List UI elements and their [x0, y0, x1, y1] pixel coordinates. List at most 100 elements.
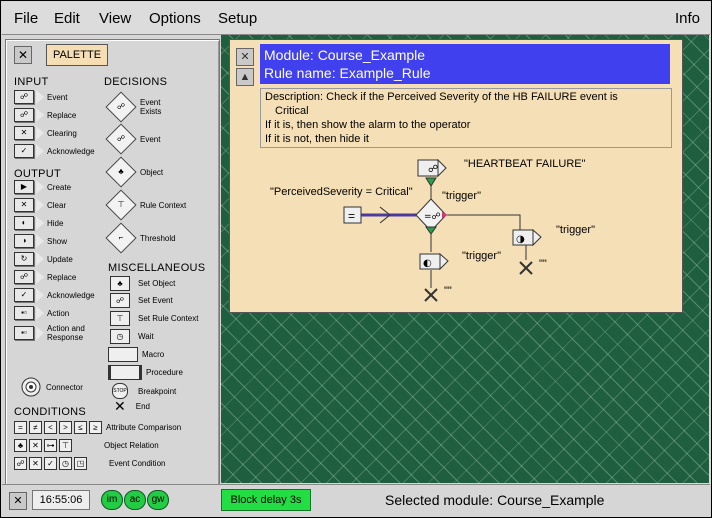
create-icon: ▶: [14, 180, 34, 194]
palette-item-label: Event: [140, 134, 161, 144]
menu-file[interactable]: File: [14, 10, 38, 27]
arrow-icon: [36, 252, 44, 266]
palette-title: PALETTE: [46, 44, 108, 66]
close-icon[interactable]: ✕: [14, 46, 32, 64]
not-equal-icon: ≠: [29, 421, 42, 434]
trigger-label: "trigger": [442, 190, 481, 202]
palette-output-update[interactable]: ↻ Update: [14, 252, 73, 266]
section-misc: MISCELLANEOUS: [108, 262, 206, 274]
end-label: "": [444, 285, 452, 297]
palette-output-action[interactable]: ▪▫ Action: [14, 306, 69, 320]
palette-output-hide[interactable]: ◐ Hide: [14, 216, 63, 230]
status-led-gw[interactable]: gw: [147, 490, 169, 510]
connector-icon: [21, 377, 41, 397]
palette-output-replace[interactable]: ☍ Replace: [14, 270, 76, 284]
svg-text:◑: ◑: [516, 234, 525, 245]
end-icon[interactable]: [519, 261, 533, 275]
palette-item-label: Wait: [138, 332, 154, 341]
event-label: "HEARTBEAT FAILURE": [464, 158, 586, 170]
palette-input-replace[interactable]: ☍ Replace: [14, 108, 76, 122]
palette-item-label: Hide: [47, 218, 64, 228]
palette-item-label: Connector: [46, 382, 83, 392]
decision-node[interactable]: =☍: [415, 198, 448, 235]
palette-item-label: Object: [140, 167, 164, 177]
svg-text:◐: ◐: [423, 258, 432, 269]
status-led-ac[interactable]: ac: [124, 490, 146, 510]
palette-input-event[interactable]: ☍ Event: [14, 90, 67, 104]
palette-misc-breakpoint[interactable]: STOP Breakpoint: [112, 383, 176, 399]
show-icon: ◑: [14, 234, 34, 248]
stop-icon: STOP: [112, 383, 128, 399]
menu-options[interactable]: Options: [149, 10, 201, 27]
set-object-icon: ♣: [110, 276, 130, 291]
palette-item-label: Threshold: [140, 233, 176, 243]
decision-diamond-icon: ⌐: [105, 222, 137, 254]
procedure-icon: [108, 365, 142, 380]
hide-icon: ◐: [14, 216, 34, 230]
palette-misc-set-object[interactable]: ♣ Set Object: [110, 276, 175, 291]
clear-condition-icon: ✕: [29, 457, 42, 470]
end-icon[interactable]: [424, 288, 438, 302]
palette-decision-threshold[interactable]: ⌐ Threshold: [104, 222, 176, 254]
arrow-icon: [36, 126, 44, 140]
palette-item-label: Procedure: [146, 368, 183, 377]
arrow-icon: [36, 198, 44, 212]
palette-output-action-response[interactable]: ▪▫ Action and Response: [14, 324, 94, 342]
condition-label: "PerceivedSeverity = Critical": [270, 186, 413, 198]
menu-setup[interactable]: Setup: [218, 10, 257, 27]
status-led-im[interactable]: im: [101, 490, 123, 510]
time-icon: ◳: [74, 457, 87, 470]
menu-edit[interactable]: Edit: [54, 10, 80, 27]
clock-icon: ◷: [59, 457, 72, 470]
palette-condition-object-relation[interactable]: ♣ ✕ ⊶ ⊤ Object Relation: [14, 439, 159, 452]
decision-diamond-icon: ☍: [105, 123, 137, 155]
svg-text:=☍: =☍: [424, 212, 441, 222]
palette-item-label: Set Event: [138, 296, 173, 305]
menu-info[interactable]: Info: [675, 10, 700, 27]
palette-connector[interactable]: Connector: [20, 376, 83, 398]
palette-output-show[interactable]: ◑ Show: [14, 234, 67, 248]
less-equal-icon: ≤: [74, 421, 87, 434]
palette-output-acknowledge[interactable]: ✓ Acknowledge: [14, 288, 95, 302]
palette-input-acknowledge[interactable]: ✓ Acknowledge: [14, 144, 95, 158]
palette-item-label: Rule Context: [140, 200, 187, 210]
hide-node[interactable]: ◐: [419, 252, 449, 271]
palette-output-create[interactable]: ▶ Create: [14, 180, 71, 194]
menu-view[interactable]: View: [99, 10, 131, 27]
replace-icon: ☍: [14, 108, 34, 122]
clearing-icon: ✕: [14, 126, 34, 140]
trigger-label: "trigger": [556, 224, 595, 236]
clock-display: 16:55:06: [32, 490, 90, 510]
close-icon[interactable]: ✕: [9, 492, 27, 510]
app-window: File Edit View Options Setup Info ✕ PALE…: [0, 0, 712, 518]
palette-decision-rule-context[interactable]: ⊤ Rule Context: [104, 189, 187, 221]
palette-output-clear[interactable]: ✕ Clear: [14, 198, 66, 212]
event-input-node[interactable]: ☍: [417, 158, 447, 187]
object-icon: ♣: [14, 439, 27, 452]
menu-bar: File Edit View Options Setup Info: [2, 2, 710, 35]
palette-misc-wait[interactable]: ◷ Wait: [110, 329, 154, 344]
palette-misc-procedure[interactable]: Procedure: [108, 365, 183, 380]
palette-condition-event[interactable]: ☍ ✕ ✓ ◷ ◳ Event Condition: [14, 457, 165, 470]
set-rule-context-icon: ⊤: [110, 311, 130, 326]
action-icon: ▪▫: [14, 306, 34, 320]
show-node[interactable]: ◑: [512, 228, 542, 247]
palette-decision-event[interactable]: ☍ Event: [104, 123, 161, 155]
palette-item-label: Set Object: [138, 279, 176, 288]
trigger-label: "trigger": [462, 250, 501, 262]
macro-icon: [108, 347, 138, 362]
arrow-icon: [36, 90, 44, 104]
palette-misc-set-event[interactable]: ☍ Set Event: [110, 293, 173, 308]
palette-condition-attribute-comparison[interactable]: = ≠ < > ≤ ≥ Attribute Comparison: [14, 421, 181, 434]
palette-misc-macro[interactable]: Macro: [108, 347, 164, 362]
event-condition-icon: ☍: [14, 457, 27, 470]
palette-panel: ✕ PALETTE INPUT DECISIONS ☍ Event ☍ Replac…: [5, 39, 220, 487]
palette-misc-set-rule-context[interactable]: ⊤ Set Rule Context: [110, 311, 198, 326]
compare-node[interactable]: =: [343, 206, 362, 224]
palette-input-clearing[interactable]: ✕ Clearing: [14, 126, 77, 140]
palette-decision-event-exists[interactable]: ☍ Event Exists: [104, 91, 176, 123]
arrow-icon: [36, 326, 44, 340]
palette-item-label: Acknowledge: [47, 290, 95, 300]
palette-decision-object[interactable]: ♣ Object: [104, 156, 164, 188]
palette-misc-end[interactable]: ✕ End: [114, 399, 150, 413]
